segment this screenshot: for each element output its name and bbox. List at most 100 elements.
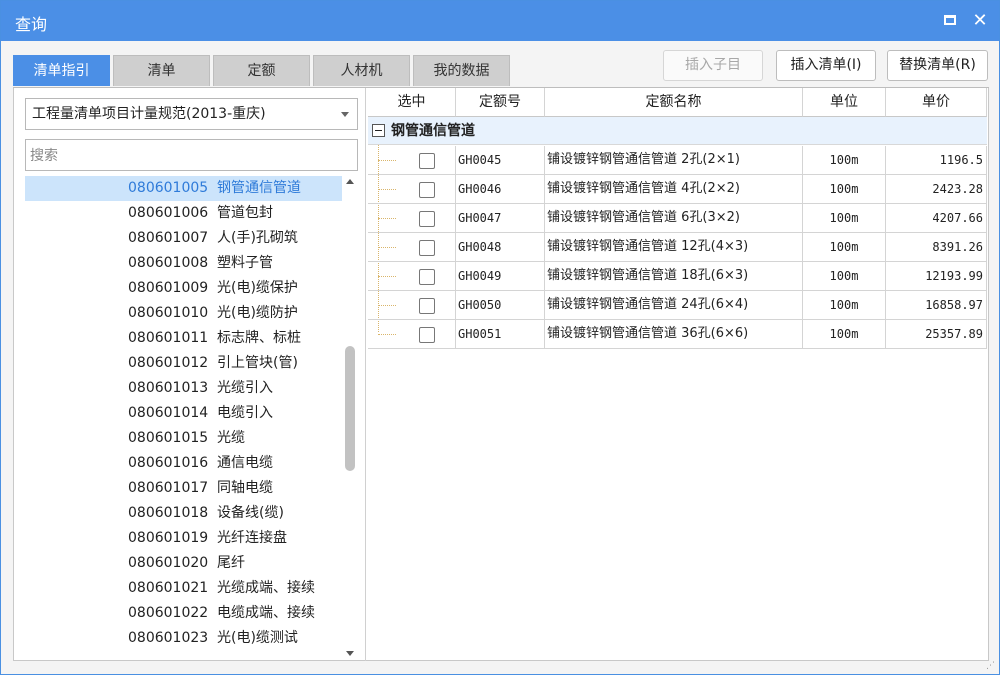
row-select-cell <box>368 320 456 348</box>
row-code: GH0046 <box>456 175 545 203</box>
insert-child-button[interactable]: 插入子目 <box>663 50 763 81</box>
row-checkbox[interactable] <box>419 327 435 343</box>
list-item[interactable]: 080601015 光缆 <box>25 426 342 451</box>
list-item-code: 080601023 <box>128 630 209 646</box>
list-item-code: 080601013 <box>128 380 209 396</box>
row-checkbox[interactable] <box>419 269 435 285</box>
row-select-cell <box>368 291 456 319</box>
row-code: GH0050 <box>456 291 545 319</box>
tab-quota[interactable]: 定额 <box>213 55 310 86</box>
list-item-name: 光纤连接盘 <box>217 530 287 546</box>
row-checkbox[interactable] <box>419 211 435 227</box>
list-item-name: 引上管块(管) <box>217 355 298 371</box>
list-item[interactable]: 080601010 光(电)缆防护 <box>25 301 342 326</box>
tree-connector <box>378 218 396 219</box>
list-item[interactable]: 080601007 人(手)孔砌筑 <box>25 226 342 251</box>
list-item[interactable]: 080601014 电缆引入 <box>25 401 342 426</box>
tab-my-data[interactable]: 我的数据 <box>413 55 510 86</box>
list-item-name: 光(电)缆测试 <box>217 630 298 646</box>
row-unit: 100m <box>803 204 886 232</box>
resize-grip-icon[interactable]: ⋰ <box>986 661 998 673</box>
list-item-name: 电缆引入 <box>217 405 273 421</box>
row-checkbox[interactable] <box>419 298 435 314</box>
list-item-name: 管道包封 <box>217 205 273 221</box>
window-title: 查询 <box>15 15 48 34</box>
spec-dropdown[interactable]: 工程量清单项目计量规范(2013-重庆) <box>25 98 358 130</box>
row-code: GH0048 <box>456 233 545 261</box>
row-checkbox[interactable] <box>419 182 435 198</box>
group-row[interactable]: 钢管通信管道 <box>368 117 987 145</box>
list-item[interactable]: 080601013 光缆引入 <box>25 376 342 401</box>
title-bar[interactable]: 查询 ✕ <box>1 1 999 41</box>
list-item[interactable]: 080601023 光(电)缆测试 <box>25 626 342 651</box>
tree-scrollbar[interactable] <box>342 176 358 660</box>
row-select-cell <box>368 204 456 232</box>
maximize-icon[interactable] <box>937 8 963 34</box>
list-item[interactable]: 080601011 标志牌、标桩 <box>25 326 342 351</box>
list-item[interactable]: 080601021 光缆成端、接续 <box>25 576 342 601</box>
row-code: GH0045 <box>456 146 545 174</box>
tree-connector <box>378 189 396 190</box>
table-row[interactable]: GH0049 铺设镀锌钢管通信管道 18孔(6×3) 100m 12193.99 <box>368 262 987 291</box>
row-price: 8391.26 <box>886 233 987 261</box>
header-price[interactable]: 单价 <box>886 88 987 117</box>
row-select-cell <box>368 233 456 261</box>
list-item-name: 塑料子管 <box>217 255 273 271</box>
row-price: 16858.97 <box>886 291 987 319</box>
scroll-thumb[interactable] <box>345 346 355 471</box>
insert-list-button[interactable]: 插入清单(I) <box>776 50 876 81</box>
tree-connector <box>378 160 396 161</box>
table-row[interactable]: GH0046 铺设镀锌钢管通信管道 4孔(2×2) 100m 2423.28 <box>368 175 987 204</box>
list-item-name: 标志牌、标桩 <box>217 330 301 346</box>
list-item-name: 光缆 <box>217 430 245 446</box>
list-item[interactable]: 080601016 通信电缆 <box>25 451 342 476</box>
scroll-up-icon[interactable] <box>346 179 354 184</box>
search-input[interactable] <box>25 139 358 171</box>
close-icon[interactable]: ✕ <box>967 8 993 34</box>
row-unit: 100m <box>803 291 886 319</box>
list-item[interactable]: 080601005 钢管通信管道 <box>25 176 342 201</box>
header-unit[interactable]: 单位 <box>803 88 886 117</box>
replace-list-button[interactable]: 替换清单(R) <box>887 50 988 81</box>
list-item[interactable]: 080601020 尾纤 <box>25 551 342 576</box>
list-item[interactable]: 080601019 光纤连接盘 <box>25 526 342 551</box>
list-item-code: 080601018 <box>128 505 209 521</box>
tab-labor-material-machine[interactable]: 人材机 <box>313 55 410 86</box>
header-name[interactable]: 定额名称 <box>545 88 803 117</box>
list-item[interactable]: 080601012 引上管块(管) <box>25 351 342 376</box>
list-item[interactable]: 080601017 同轴电缆 <box>25 476 342 501</box>
row-checkbox[interactable] <box>419 240 435 256</box>
table-row[interactable]: GH0045 铺设镀锌钢管通信管道 2孔(2×1) 100m 1196.5 <box>368 146 987 175</box>
list-item[interactable]: 080601006 管道包封 <box>25 201 342 226</box>
row-code: GH0051 <box>456 320 545 348</box>
list-item-name: 同轴电缆 <box>217 480 273 496</box>
row-name: 铺设镀锌钢管通信管道 2孔(2×1) <box>545 146 803 174</box>
tree-connector <box>378 276 396 277</box>
collapse-icon[interactable] <box>372 124 385 137</box>
row-price: 2423.28 <box>886 175 987 203</box>
table-row[interactable]: GH0051 铺设镀锌钢管通信管道 36孔(6×6) 100m 25357.89 <box>368 320 987 349</box>
list-item[interactable]: 080601018 设备线(缆) <box>25 501 342 526</box>
row-unit: 100m <box>803 262 886 290</box>
list-item-name: 尾纤 <box>217 555 245 571</box>
list-item[interactable]: 080601009 光(电)缆保护 <box>25 276 342 301</box>
list-item-code: 080601020 <box>128 555 209 571</box>
tab-list[interactable]: 清单 <box>113 55 210 86</box>
table-row[interactable]: GH0048 铺设镀锌钢管通信管道 12孔(4×3) 100m 8391.26 <box>368 233 987 262</box>
list-item-code: 080601015 <box>128 430 209 446</box>
table-row[interactable]: GH0050 铺设镀锌钢管通信管道 24孔(6×4) 100m 16858.97 <box>368 291 987 320</box>
list-item[interactable]: 080601022 电缆成端、接续 <box>25 601 342 626</box>
row-name: 铺设镀锌钢管通信管道 36孔(6×6) <box>545 320 803 348</box>
list-item[interactable]: 080601008 塑料子管 <box>25 251 342 276</box>
panel-splitter[interactable] <box>365 88 366 661</box>
table-row[interactable]: GH0047 铺设镀锌钢管通信管道 6孔(3×2) 100m 4207.66 <box>368 204 987 233</box>
header-select[interactable]: 选中 <box>368 88 456 117</box>
list-item-code: 080601005 <box>128 180 209 196</box>
tab-list-guide[interactable]: 清单指引 <box>13 55 110 86</box>
header-code[interactable]: 定额号 <box>456 88 545 117</box>
list-item-name: 通信电缆 <box>217 455 273 471</box>
list-item-code: 080601009 <box>128 280 209 296</box>
scroll-down-icon[interactable] <box>346 651 354 656</box>
row-checkbox[interactable] <box>419 153 435 169</box>
row-code: GH0049 <box>456 262 545 290</box>
